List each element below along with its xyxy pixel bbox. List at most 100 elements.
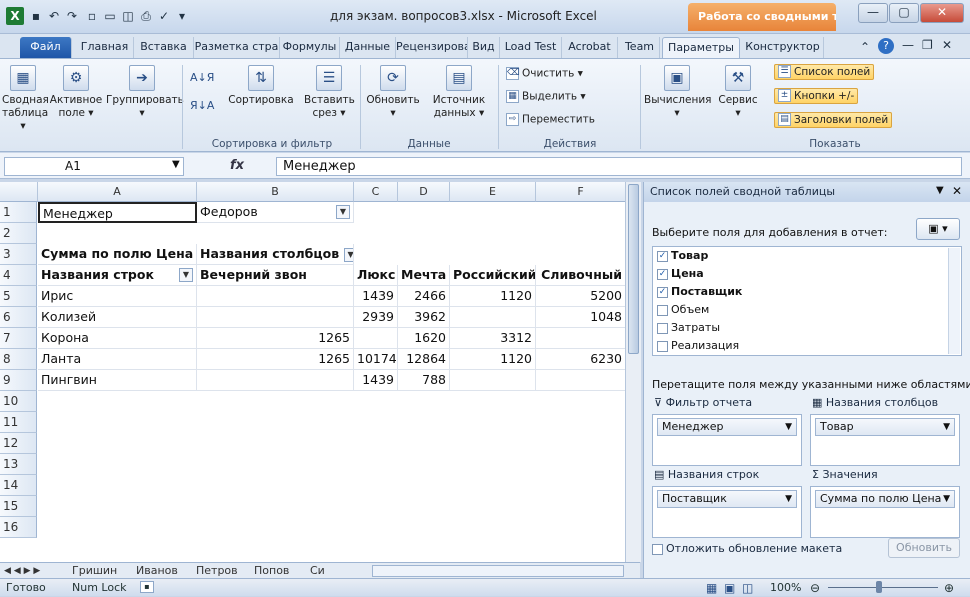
panel-close-icon[interactable]: ✕ xyxy=(952,184,962,198)
data-cell[interactable]: 2466 xyxy=(398,286,450,307)
sheet-tab[interactable]: Попов xyxy=(254,564,289,578)
row-label-cell[interactable]: Ирис xyxy=(38,286,197,307)
row-header[interactable]: 2 xyxy=(0,223,37,244)
column-field-chip[interactable]: Товар ▼ xyxy=(815,418,955,436)
tools-button[interactable]: ⚒ Сервис ▾ xyxy=(712,65,764,120)
data-cell[interactable]: 788 xyxy=(398,370,450,391)
column-header-cell[interactable]: Вечерний звон xyxy=(197,265,354,286)
data-cell[interactable]: 1120 xyxy=(450,286,536,307)
chip-dropdown-icon[interactable]: ▼ xyxy=(785,419,792,435)
checkbox-unchecked[interactable] xyxy=(657,322,668,334)
tab-load-test[interactable]: Load Test xyxy=(500,37,562,58)
field-list-scrollbar[interactable] xyxy=(948,248,960,354)
row-label-cell[interactable]: Колизей xyxy=(38,307,197,328)
save-icon[interactable]: ▪ xyxy=(28,8,44,24)
row-header[interactable]: 14 xyxy=(0,475,37,496)
sheet-tab[interactable]: Иванов xyxy=(136,564,178,578)
field-item-price[interactable]: ✓ Цена xyxy=(657,267,704,280)
data-cell[interactable]: 1048 xyxy=(536,307,626,328)
defer-update-checkbox[interactable] xyxy=(652,543,663,555)
row-header[interactable]: 13 xyxy=(0,454,37,475)
row-label-cell[interactable]: Ланта xyxy=(38,349,197,370)
row-header[interactable]: 6 xyxy=(0,307,37,328)
row-labels-dropdown-icon[interactable]: ▼ xyxy=(179,268,193,282)
row-field-chip[interactable]: Поставщик ▼ xyxy=(657,490,797,508)
column-header-c[interactable]: C xyxy=(354,182,398,202)
sheet-tab[interactable]: Гришин xyxy=(72,564,117,578)
data-cell[interactable]: 10174 xyxy=(354,349,398,370)
layout-options-button[interactable]: ▣ ▾ xyxy=(916,218,960,240)
calculations-button[interactable]: ▣ Вычисления ▾ xyxy=(644,65,711,120)
row-header[interactable]: 1 xyxy=(0,202,37,223)
chip-dropdown-icon[interactable]: ▼ xyxy=(943,419,950,435)
workbook-minimize-icon[interactable]: — xyxy=(902,38,914,52)
sheet-tab[interactable]: Си xyxy=(310,564,325,578)
excel-app-icon[interactable]: X xyxy=(6,7,24,25)
tab-page-layout[interactable]: Разметка стра xyxy=(194,37,280,58)
macro-record-icon[interactable]: ▪ xyxy=(140,581,154,593)
minimize-ribbon-icon[interactable]: ⌃ xyxy=(860,40,870,54)
row-header[interactable]: 3 xyxy=(0,244,37,265)
change-data-source-button[interactable]: ▤ Источник данных ▾ xyxy=(424,65,494,120)
field-item-supplier[interactable]: ✓ Поставщик xyxy=(657,285,742,298)
name-box-dropdown-icon[interactable]: ▼ xyxy=(172,159,180,170)
data-cell[interactable] xyxy=(536,370,626,391)
tab-home[interactable]: Главная xyxy=(76,37,134,58)
chip-dropdown-icon[interactable]: ▼ xyxy=(943,491,950,507)
field-item-costs[interactable]: Затраты xyxy=(657,321,720,334)
tab-insert[interactable]: Вставка xyxy=(134,37,194,58)
row-header[interactable]: 5 xyxy=(0,286,37,307)
value-field-chip[interactable]: Сумма по полю Цена ▼ xyxy=(815,490,955,508)
chip-dropdown-icon[interactable]: ▼ xyxy=(785,491,792,507)
tab-design[interactable]: Конструктор xyxy=(742,37,824,58)
data-cell[interactable] xyxy=(536,328,626,349)
minimize-button[interactable]: — xyxy=(858,3,888,23)
data-cell[interactable]: 1265 xyxy=(197,349,354,370)
checkbox-checked[interactable]: ✓ xyxy=(657,286,668,298)
new-file-icon[interactable]: ▫ xyxy=(84,8,100,24)
clear-button[interactable]: ⌫ Очистить ▾ xyxy=(506,67,583,80)
insert-slicer-button[interactable]: ☰ Вставить срез ▾ xyxy=(304,65,355,120)
update-button[interactable]: Обновить xyxy=(888,538,960,558)
data-cell[interactable]: 12864 xyxy=(398,349,450,370)
zoom-slider[interactable] xyxy=(828,587,938,588)
row-header[interactable]: 11 xyxy=(0,412,37,433)
data-cell[interactable]: 3312 xyxy=(450,328,536,349)
plus-minus-buttons-toggle[interactable]: ± Кнопки +/- xyxy=(774,87,859,104)
tab-pivot-options[interactable]: Параметры xyxy=(662,37,740,58)
row-header[interactable]: 16 xyxy=(0,517,37,538)
tab-review[interactable]: Рецензирова xyxy=(396,37,468,58)
cell-row-labels[interactable]: Названия строк ▼ xyxy=(38,265,197,286)
tab-view[interactable]: Вид xyxy=(468,37,500,58)
data-cell[interactable] xyxy=(197,307,354,328)
horizontal-scrollbar[interactable] xyxy=(372,565,624,577)
pivot-table-button[interactable]: ▦ Сводная таблица ▾ xyxy=(2,65,49,133)
field-item-sales[interactable]: Реализация xyxy=(657,339,739,355)
field-item-tovar[interactable]: ✓ Товар xyxy=(657,249,708,262)
tab-data[interactable]: Данные xyxy=(340,37,396,58)
panel-menu-icon[interactable]: ▼ xyxy=(936,185,944,196)
print-preview-icon[interactable]: ◫ xyxy=(120,8,136,24)
cell-sum-label[interactable]: Сумма по полю Цена xyxy=(38,244,197,265)
field-list-toggle[interactable]: ☰ Список полей xyxy=(774,63,875,80)
data-cell[interactable]: 6230 xyxy=(536,349,626,370)
open-icon[interactable]: ▭ xyxy=(102,8,118,24)
column-header-f[interactable]: F xyxy=(536,182,626,202)
data-cell[interactable]: 5200 xyxy=(536,286,626,307)
insert-function-icon[interactable]: fx xyxy=(230,158,244,173)
checkbox-unchecked[interactable] xyxy=(657,340,668,352)
sort-button[interactable]: ⇅ Сортировка xyxy=(222,65,300,107)
data-cell[interactable]: 1439 xyxy=(354,370,398,391)
field-headers-toggle[interactable]: ▤ Заголовки полей xyxy=(774,111,893,128)
refresh-button[interactable]: ⟳ Обновить ▾ xyxy=(364,65,422,120)
checkbox-unchecked[interactable] xyxy=(657,304,668,316)
tab-file[interactable]: Файл xyxy=(20,37,72,58)
print-icon[interactable]: ⎙ xyxy=(138,8,154,24)
column-header-cell[interactable]: Люкс xyxy=(354,265,398,286)
tab-acrobat[interactable]: Acrobat xyxy=(562,37,618,58)
row-label-cell[interactable]: Корона xyxy=(38,328,197,349)
select-all-corner[interactable] xyxy=(0,182,38,202)
filter-dropdown-icon[interactable]: ▼ xyxy=(336,205,350,219)
sheet-tab[interactable]: Петров xyxy=(196,564,238,578)
column-header-cell[interactable]: Мечта xyxy=(398,265,450,286)
